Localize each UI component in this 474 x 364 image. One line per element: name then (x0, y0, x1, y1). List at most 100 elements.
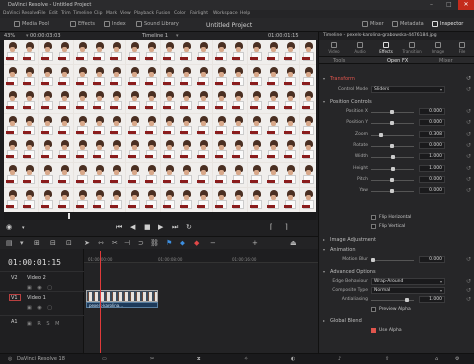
timeline-area[interactable]: 01:00:00:00 01:00:08:00 01:00:16:00 pexe… (84, 249, 318, 353)
slider-knob[interactable] (391, 166, 395, 171)
preview-alpha-checkbox[interactable] (371, 307, 376, 312)
track-icons[interactable]: ▣ ◉ ▢ (27, 305, 54, 311)
fairlight-page-icon[interactable]: ♪ (338, 356, 341, 362)
replace-icon[interactable]: ⊡ (66, 239, 72, 247)
dynamic-trim-icon[interactable]: ⊣ (124, 239, 130, 247)
chevron-down-icon[interactable]: ▾ (22, 225, 25, 231)
section-advanced-options[interactable]: ▾ Advanced Options (319, 268, 474, 276)
stop-icon[interactable]: ■ (144, 223, 151, 231)
timeline-options-icon[interactable]: ▾ (20, 239, 24, 247)
menu-view[interactable]: View (120, 11, 131, 16)
param-value[interactable]: 0.000 (419, 108, 445, 115)
video-clip[interactable] (86, 290, 158, 302)
menu-workspace[interactable]: Workspace (213, 11, 238, 16)
slider-knob[interactable] (390, 143, 394, 148)
maximize-button[interactable]: □ (446, 1, 452, 8)
media-page-icon[interactable]: ▭ (102, 356, 107, 362)
param-value[interactable]: 0.000 (419, 119, 445, 127)
reset-icon[interactable]: ↺ (466, 287, 471, 294)
menu-fusion[interactable]: Fusion (156, 11, 170, 16)
sound-library-button[interactable]: Sound Library (136, 21, 179, 27)
motion-blur-slider[interactable] (371, 260, 414, 261)
position-lock-icon[interactable]: ◆ (194, 239, 199, 247)
home-icon[interactable]: ⌂ (435, 356, 438, 362)
timeline-ruler[interactable]: 01:00:00:00 01:00:08:00 01:00:16:00 (84, 249, 318, 263)
video-viewer[interactable] (4, 40, 316, 212)
section-transform[interactable]: ▾ Transform ↺ (319, 75, 474, 83)
clip-label-bar[interactable]: pexels-karolina... (86, 302, 158, 308)
reset-icon[interactable]: ↺ (466, 278, 471, 285)
menu-mark[interactable]: Mark (106, 11, 117, 16)
viewer-scrubber[interactable] (4, 212, 316, 220)
reset-icon[interactable]: ↺ (466, 119, 471, 126)
timeline-name[interactable]: Timeline 1 (142, 33, 168, 39)
slider-knob[interactable] (405, 298, 409, 302)
menu-timeline[interactable]: Timeline (73, 11, 92, 16)
slider-knob[interactable] (390, 121, 394, 126)
menu-help[interactable]: Help (240, 11, 250, 16)
cut-page-icon[interactable]: ✂ (150, 356, 154, 362)
blade-tool-icon[interactable]: ✂ (112, 239, 118, 247)
flip-vertical-checkbox[interactable] (371, 224, 376, 229)
inspector-button[interactable]: Inspector (432, 21, 463, 27)
section-animation[interactable]: ▾ Animation (319, 246, 474, 254)
color-page-icon[interactable]: ◐ (291, 356, 295, 362)
section-global-blend[interactable]: ▸ Global Blend (319, 317, 474, 325)
reset-icon[interactable]: ↺ (466, 187, 471, 194)
param-value[interactable]: 0.308 (419, 130, 445, 138)
go-to-start-icon[interactable]: ⏮ (116, 223, 122, 232)
metadata-button[interactable]: Metadata (392, 21, 424, 27)
viewer-options-icon[interactable]: ◉ (6, 223, 12, 231)
menu-edit[interactable]: Edit (49, 11, 58, 16)
fusion-page-icon[interactable]: ✧ (244, 356, 248, 362)
play-icon[interactable]: ▶ (158, 223, 163, 231)
reset-icon[interactable]: ↺ (466, 176, 471, 183)
reset-icon[interactable]: ↺ (466, 256, 471, 263)
reset-icon[interactable]: ↺ (466, 108, 471, 115)
slider-knob[interactable] (390, 110, 394, 114)
slider-knob[interactable] (371, 258, 375, 262)
snapping-icon[interactable]: ⊃ (138, 239, 144, 247)
zoom-level[interactable]: 43% (4, 33, 15, 39)
composite-type-select[interactable]: Normal (371, 287, 445, 294)
reset-icon[interactable]: ↺ (466, 75, 471, 82)
timeline-dropdown-icon[interactable]: ▾ (176, 33, 179, 39)
zoom-out-icon[interactable]: − (210, 239, 216, 247)
track-icons[interactable]: ▣ R S M (27, 321, 61, 327)
control-mode-select[interactable]: Sliders (371, 86, 445, 93)
menu-playback[interactable]: Playback (134, 11, 154, 16)
reset-icon[interactable]: ↺ (466, 131, 471, 138)
subtab-open-fx[interactable]: Open FX (387, 58, 408, 64)
track-v1[interactable]: V1 Video 1 ▣ ◉ ▢ (0, 291, 84, 315)
deliver-page-icon[interactable]: ⇪ (385, 356, 389, 362)
reset-icon[interactable]: ↺ (466, 296, 471, 303)
timeline-view-icon[interactable]: ▤ (6, 239, 13, 247)
trim-tool-icon[interactable]: ⇿ (98, 239, 104, 247)
minimize-button[interactable]: – (430, 1, 433, 8)
param-slider[interactable] (371, 134, 414, 136)
mixer-button[interactable]: Mixer (362, 21, 384, 27)
zoom-in-icon[interactable]: + (252, 239, 258, 247)
param-value[interactable]: 1.000 (419, 164, 445, 172)
settings-icon[interactable]: ⚙ (455, 356, 459, 362)
zoom-dropdown-icon[interactable]: ▾ (26, 33, 29, 39)
reset-icon[interactable]: ↺ (466, 86, 471, 93)
marker-icon[interactable]: ⬥ (180, 239, 185, 248)
motion-blur-value[interactable]: 0.000 (419, 256, 445, 263)
selection-tool-icon[interactable]: ➤ (84, 239, 90, 247)
flip-horizontal-checkbox[interactable] (371, 215, 376, 220)
menu-color[interactable]: Color (174, 11, 186, 16)
reset-icon[interactable]: ↺ (466, 153, 471, 160)
mark-in-icon[interactable]: ⌈ (270, 223, 273, 231)
audio-meter-icon[interactable]: ⏏ (290, 239, 297, 247)
effects-button[interactable]: Effects (70, 21, 95, 27)
tab-file[interactable]: File (447, 40, 474, 56)
flag-icon[interactable]: ⚑ (166, 239, 172, 247)
slider-knob[interactable] (379, 132, 383, 137)
slider-knob[interactable] (390, 177, 394, 182)
subtab-tools[interactable]: Tools (333, 58, 345, 64)
antialiasing-value[interactable]: 1.000 (419, 296, 445, 303)
edge-behaviour-select[interactable]: Wrap-Around (371, 278, 445, 285)
reset-icon[interactable]: ↺ (466, 142, 471, 149)
play-reverse-icon[interactable]: ◀ (130, 223, 135, 231)
